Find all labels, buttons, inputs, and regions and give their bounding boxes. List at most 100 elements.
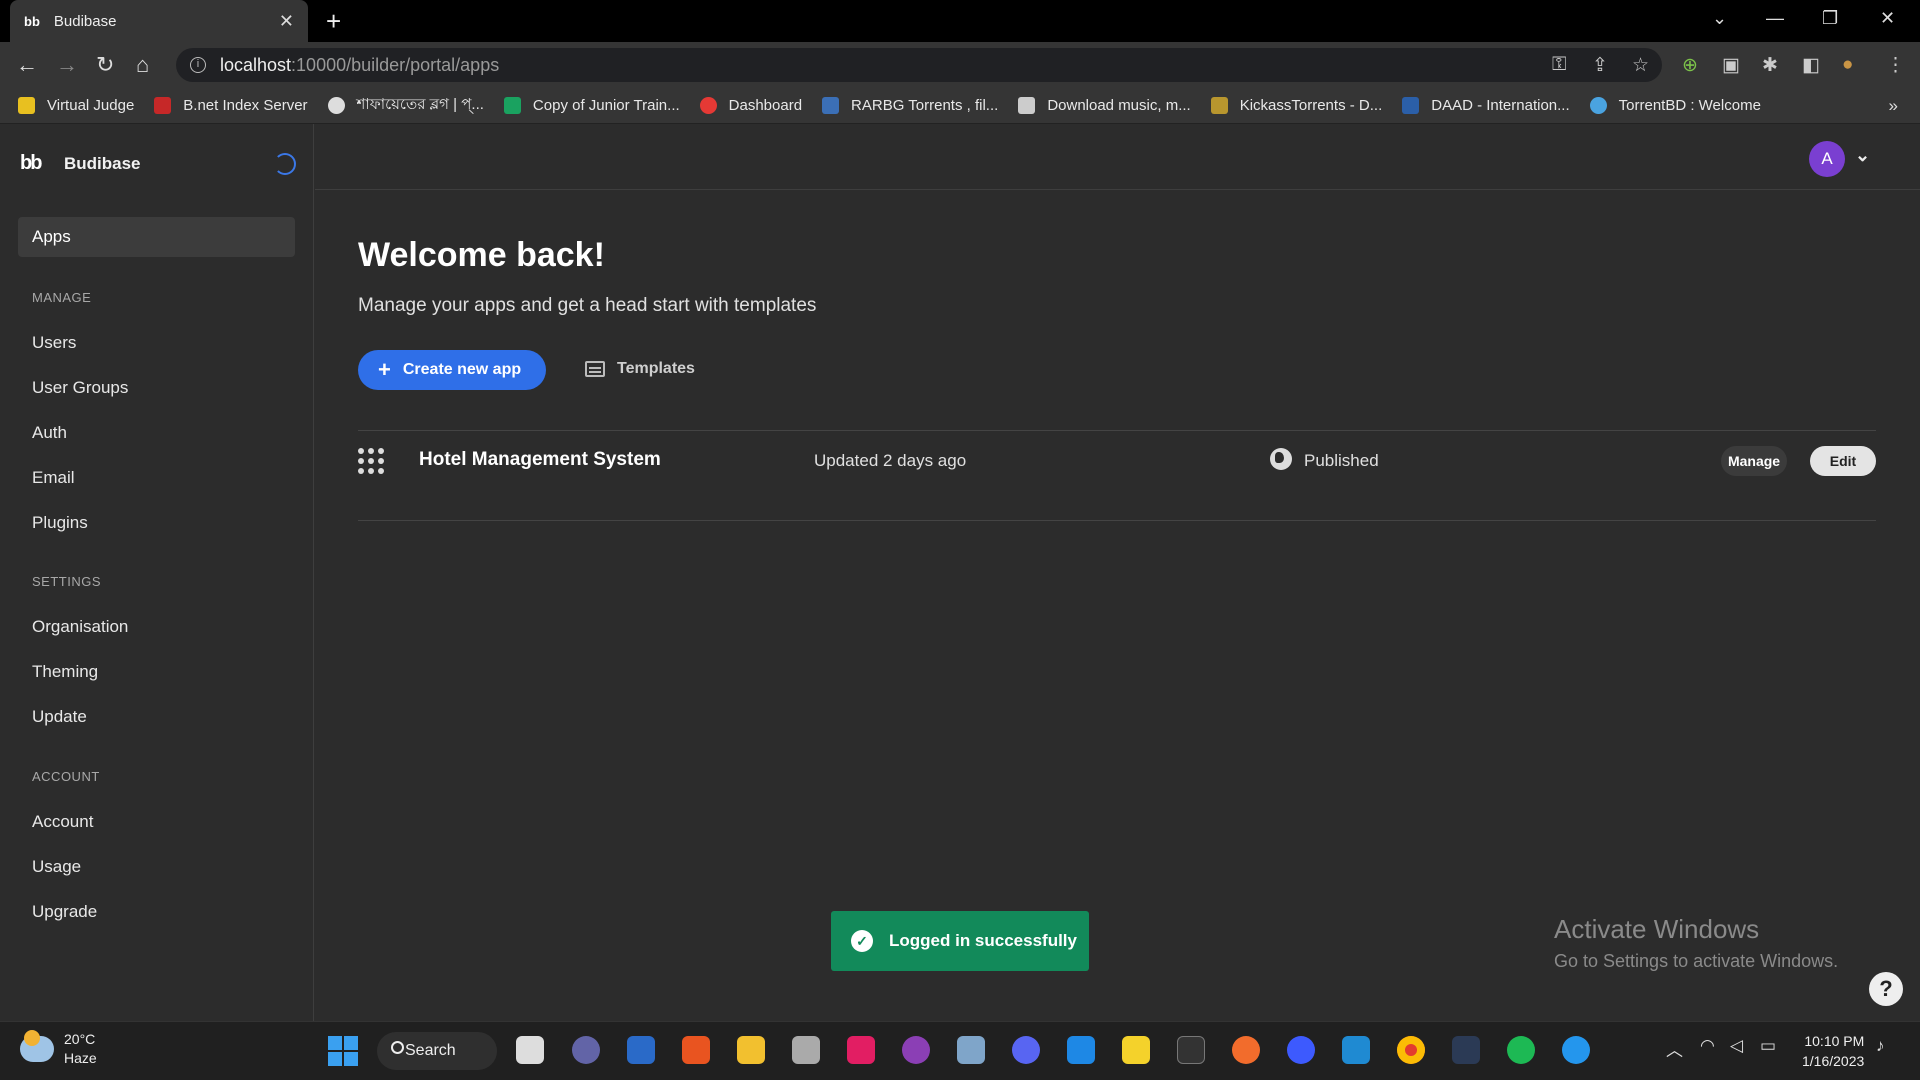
forward-icon[interactable]: →	[56, 52, 78, 78]
postman-icon[interactable]	[1232, 1036, 1260, 1064]
store-icon[interactable]	[627, 1036, 655, 1064]
key-icon[interactable]: ⚿	[1552, 54, 1566, 76]
sidebar-item-auth[interactable]: Auth	[32, 423, 67, 443]
weather-widget[interactable]: 20°C Haze	[20, 1030, 97, 1068]
globe-icon	[327, 97, 345, 114]
bookmark-item[interactable]: RARBG Torrents , fil...	[822, 97, 998, 114]
taskbar-search[interactable]: Search	[377, 1032, 497, 1070]
manage-button[interactable]: Manage	[1721, 446, 1787, 476]
task-view-icon[interactable]	[516, 1036, 544, 1064]
extension-plus-icon[interactable]: ⊕	[1682, 54, 1698, 77]
page-subtitle: Manage your apps and get a head start wi…	[358, 295, 817, 316]
side-panel-icon[interactable]: ◧	[1802, 54, 1820, 77]
sidebar-item-apps[interactable]: Apps	[18, 217, 295, 257]
discord-icon[interactable]	[1012, 1036, 1040, 1064]
battery-icon[interactable]: ▭	[1760, 1036, 1776, 1056]
app-icon[interactable]	[1287, 1036, 1315, 1064]
bookmark-item[interactable]: DAAD - Internation...	[1402, 97, 1570, 114]
check-circle-icon: ✓	[851, 930, 873, 952]
sidebar-item-update[interactable]: Update	[32, 707, 87, 727]
github-icon[interactable]	[902, 1036, 930, 1064]
teams-icon[interactable]	[572, 1036, 600, 1064]
home-icon[interactable]: ⌂	[136, 52, 149, 78]
templates-button[interactable]: Templates	[585, 360, 695, 378]
sidebar: bb Budibase Apps MANAGE Users User Group…	[0, 124, 314, 1021]
puzzle-icon[interactable]: ✱	[1762, 54, 1778, 77]
menu-icon[interactable]: ⋮	[1886, 54, 1905, 77]
bookmark-star-icon[interactable]: ☆	[1632, 54, 1649, 77]
divider	[358, 520, 1876, 521]
brand[interactable]: bb Budibase	[20, 152, 141, 176]
sidebar-item-users[interactable]: Users	[32, 333, 76, 353]
volume-icon[interactable]: ◁	[1730, 1036, 1743, 1056]
extension-icon[interactable]: ▣	[1722, 54, 1740, 77]
vscode-icon[interactable]	[1342, 1036, 1370, 1064]
edit-button[interactable]: Edit	[1810, 446, 1876, 476]
bookmark-item[interactable]: শাফায়েতের ব্লগ | প্...	[327, 93, 484, 118]
page-title: Welcome back!	[358, 236, 605, 274]
bookmark-item[interactable]: Dashboard	[699, 97, 802, 114]
ubuntu-icon[interactable]	[682, 1036, 710, 1064]
start-icon[interactable]	[328, 1036, 358, 1066]
share-icon[interactable]: ⇪	[1592, 54, 1608, 77]
templates-icon	[585, 361, 605, 377]
sidebar-item-email[interactable]: Email	[32, 468, 75, 488]
temperature: 20°C	[64, 1031, 96, 1047]
sidebar-item-usage[interactable]: Usage	[32, 857, 81, 877]
restore-icon[interactable]: ❐	[1822, 8, 1838, 29]
sidebar-item-upgrade[interactable]: Upgrade	[32, 902, 97, 922]
browser-toolbar: ← → ↻ ⌂ i localhost :10000/builder/porta…	[0, 42, 1920, 88]
clock[interactable]: 10:10 PM 1/16/2023	[1802, 1031, 1864, 1071]
bookmark-item[interactable]: Download music, m...	[1018, 97, 1191, 114]
tab-search-icon[interactable]: ⌄	[1712, 8, 1727, 29]
minimize-icon[interactable]: —	[1766, 8, 1784, 29]
create-new-app-button[interactable]: + Create new app	[358, 350, 546, 390]
bookmark-item[interactable]: Virtual Judge	[18, 97, 134, 114]
back-icon[interactable]: ←	[16, 52, 38, 78]
bookmark-item[interactable]: B.net Index Server	[154, 97, 308, 114]
cube-app-icon[interactable]	[1452, 1036, 1480, 1064]
close-tab-icon[interactable]: ✕	[279, 11, 294, 32]
bookmark-item[interactable]: KickassTorrents - D...	[1210, 97, 1382, 114]
whiteboard-icon[interactable]	[1067, 1036, 1095, 1064]
notification-icon[interactable]: ♪	[1876, 1036, 1885, 1056]
app-row[interactable]: Hotel Management System Updated 2 days a…	[358, 432, 1876, 488]
site-info-icon[interactable]: i	[190, 57, 206, 73]
database-icon[interactable]	[792, 1036, 820, 1064]
file-explorer-icon[interactable]	[737, 1036, 765, 1064]
photos-icon[interactable]	[957, 1036, 985, 1064]
player-icon[interactable]	[1122, 1036, 1150, 1064]
sidebar-item-plugins[interactable]: Plugins	[32, 513, 88, 533]
chrome-icon[interactable]	[1397, 1036, 1425, 1064]
new-tab-icon[interactable]: +	[326, 6, 341, 37]
bookmarks-bar: Virtual Judge B.net Index Server শাফায়ে…	[0, 88, 1920, 124]
bookmark-favicon-icon	[699, 97, 717, 114]
close-window-icon[interactable]: ✕	[1880, 8, 1895, 29]
sidebar-item-user-groups[interactable]: User Groups	[32, 378, 128, 398]
sidebar-item-organisation[interactable]: Organisation	[32, 617, 128, 637]
more-bookmarks-icon[interactable]: »	[1889, 96, 1898, 116]
time: 10:10 PM	[1804, 1033, 1865, 1049]
terminal-icon[interactable]	[1177, 1036, 1205, 1064]
browser-tab[interactable]: bb Budibase ✕	[10, 0, 308, 42]
app-name[interactable]: Hotel Management System	[419, 449, 661, 471]
help-icon[interactable]: ?	[1869, 972, 1903, 1006]
bookmark-item[interactable]: Copy of Junior Train...	[503, 97, 680, 114]
sidebar-item-account[interactable]: Account	[32, 812, 93, 832]
reload-icon[interactable]: ↻	[96, 52, 114, 78]
bookmark-item[interactable]: TorrentBD : Welcome	[1589, 97, 1761, 114]
spotify-icon[interactable]	[1507, 1036, 1535, 1064]
wifi-icon[interactable]: ◠	[1700, 1036, 1715, 1056]
budibase-favicon-icon: bb	[24, 13, 40, 29]
tray-overflow-icon[interactable]: ︿	[1666, 1036, 1683, 1061]
chevron-down-icon[interactable]: ⌄	[1855, 145, 1870, 166]
docker-icon[interactable]	[1562, 1036, 1590, 1064]
brand-name: Budibase	[64, 154, 141, 173]
app-grid-icon	[358, 448, 384, 474]
sidebar-item-theming[interactable]: Theming	[32, 662, 98, 682]
address-bar[interactable]: i localhost :10000/builder/portal/apps	[176, 48, 1662, 82]
intellij-icon[interactable]	[847, 1036, 875, 1064]
toast-message: Logged in successfully	[889, 931, 1077, 950]
profile-icon[interactable]: ●	[1842, 54, 1853, 76]
avatar[interactable]: A	[1809, 141, 1845, 177]
